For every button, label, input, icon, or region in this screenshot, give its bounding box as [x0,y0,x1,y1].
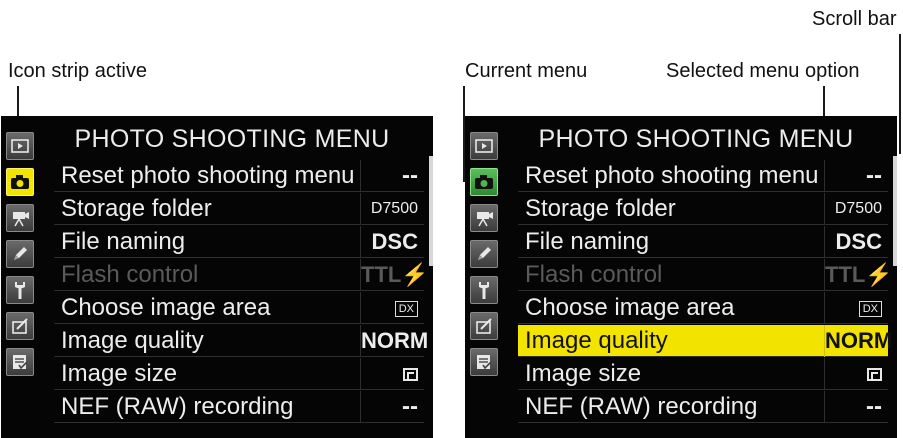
menu-item-flash-control: Flash control TTL⚡ [54,258,429,291]
menu-item-value: TTL⚡ [360,258,429,291]
menu-item-label: Image quality [61,326,204,354]
playback-icon[interactable] [6,132,34,160]
menu-item-reset[interactable]: Reset photo shooting menu -- [54,159,424,192]
camera-screen-left: PHOTO SHOOTING MENU Reset photo shooting… [1,116,433,438]
movie-camera-icon[interactable] [470,204,498,232]
callout-scroll-bar: Scroll bar [812,8,897,30]
menu-item-label: Choose image area [525,293,735,321]
retouch-icon[interactable] [470,312,498,340]
menu-item-label: File naming [525,227,650,255]
menu-item-label: Image size [525,359,642,387]
pencil-icon[interactable] [470,240,498,268]
my-menu-icon[interactable] [6,348,34,376]
menu-item-choose-image-area[interactable]: Choose image area DX [54,291,424,324]
menu-item-label: Storage folder [525,194,676,222]
menu-item-label: Image size [61,359,178,387]
menu-item-flash-control: Flash control TTL⚡ [518,258,893,291]
menu-item-value: NORM [824,324,892,357]
retouch-icon[interactable] [6,312,34,340]
scroll-bar[interactable] [429,156,433,266]
menu-title: PHOTO SHOOTING MENU [74,125,390,153]
menu-item-reset[interactable]: Reset photo shooting menu -- [518,159,888,192]
menu-item-label: Image quality [525,326,668,354]
menu-item-label: NEF (RAW) recording [525,392,758,420]
menu-item-nef-raw-recording[interactable]: NEF (RAW) recording -- [54,390,424,423]
callout-icon-strip-active: Icon strip active [8,60,147,82]
menu-item-value: -- [824,390,888,423]
menu-item-image-size[interactable]: Image size [54,357,424,390]
menu-item-image-quality-selected[interactable]: Image quality NORM [518,324,892,357]
menu-item-choose-image-area[interactable]: Choose image area DX [518,291,888,324]
menu-item-value: DSC [824,225,888,258]
menu-item-value: -- [360,390,424,423]
wrench-icon[interactable] [470,276,498,304]
menu-item-value: DX [360,291,424,324]
menu-item-label: NEF (RAW) recording [61,392,294,420]
menu-item-label: Reset photo shooting menu [525,161,819,189]
menu-item-value: DSC [360,225,424,258]
camera-screen-right: PHOTO SHOOTING MENU Reset photo shooting… [465,116,897,438]
callout-current-menu: Current menu [465,60,588,82]
menu-item-value [824,357,888,390]
leader-scroll-bar [899,34,901,154]
menu-item-value: -- [824,159,888,192]
menu-item-label: File naming [61,227,186,255]
my-menu-icon[interactable] [470,348,498,376]
menu-item-value: D7500 [360,192,424,225]
menu-item-value: D7500 [824,192,888,225]
camera-icon[interactable] [470,168,498,196]
menu-item-storage-folder[interactable]: Storage folder D7500 [54,192,424,225]
callout-selected-menu-option: Selected menu option [666,60,860,82]
menu-item-label: Reset photo shooting menu [61,161,355,189]
menu-item-value: -- [360,159,424,192]
playback-icon[interactable] [470,132,498,160]
image-size-icon [403,368,418,382]
icon-strip [1,116,41,438]
pencil-icon[interactable] [6,240,34,268]
menu-item-value [360,357,424,390]
menu-item-nef-raw-recording[interactable]: NEF (RAW) recording -- [518,390,888,423]
movie-camera-icon[interactable] [6,204,34,232]
menu-item-image-size[interactable]: Image size [518,357,888,390]
menu-item-label: Storage folder [61,194,212,222]
menu-item-value: TTL⚡ [824,258,893,291]
menu-item-label: Flash control [61,260,199,288]
menu-item-storage-folder[interactable]: Storage folder D7500 [518,192,888,225]
icon-strip [465,116,505,438]
menu-item-file-naming[interactable]: File naming DSC [54,225,424,258]
scroll-bar[interactable] [893,156,897,266]
wrench-icon[interactable] [6,276,34,304]
dx-badge: DX [394,300,418,317]
dx-badge: DX [858,300,882,317]
image-size-icon [867,368,882,382]
menu-item-file-naming[interactable]: File naming DSC [518,225,888,258]
menu-item-label: Choose image area [61,293,271,321]
leader-icon-strip [17,86,19,118]
menu-title: PHOTO SHOOTING MENU [538,125,854,153]
menu-item-label: Flash control [525,260,663,288]
menu-item-image-quality[interactable]: Image quality NORM [54,324,428,357]
camera-icon[interactable] [6,168,34,196]
menu-item-value: DX [824,291,888,324]
menu-item-value: NORM [360,324,428,357]
